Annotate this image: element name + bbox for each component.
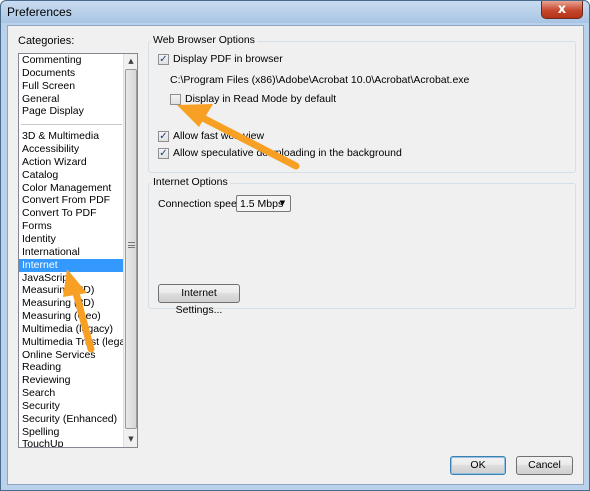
category-item[interactable]: Forms	[19, 220, 124, 233]
check-icon: ✓	[159, 54, 168, 65]
categories-items: Commenting Documents Full Screen General Pag…	[19, 54, 124, 447]
category-item[interactable]: Reviewing	[19, 374, 124, 387]
internet-options-title: Internet Options	[151, 176, 230, 188]
internet-settings-button[interactable]: Internet Settings...	[158, 284, 240, 316]
category-item[interactable]: Commenting	[19, 54, 124, 67]
speculative-download-label: Allow speculative downloading in the bac…	[173, 147, 402, 159]
category-item[interactable]: Page Display	[19, 105, 124, 118]
category-item[interactable]: Catalog	[19, 169, 124, 182]
connection-speed-label: Connection speed:	[158, 198, 246, 210]
dialog-client: Categories: Commenting Documents Full Scre…	[7, 25, 584, 485]
categories-label: Categories:	[18, 35, 75, 47]
category-item[interactable]: Internet	[19, 258, 124, 272]
check-icon: ✓	[159, 131, 168, 142]
category-item[interactable]: Measuring (2D)	[19, 284, 124, 297]
display-pdf-checkbox[interactable]: ✓	[158, 54, 169, 65]
category-item[interactable]: Accessibility	[19, 143, 124, 156]
web-browser-options-title: Web Browser Options	[151, 34, 257, 46]
category-item[interactable]: Online Services	[19, 349, 124, 362]
ok-button[interactable]: OK	[450, 456, 506, 475]
categories-scrollbar[interactable]: ▲ ▼	[123, 54, 137, 447]
category-item[interactable]: Color Management	[19, 182, 124, 195]
category-item[interactable]: Measuring (3D)	[19, 297, 124, 310]
category-separator	[21, 124, 122, 126]
category-item[interactable]: Spelling	[19, 426, 124, 439]
category-item[interactable]: Multimedia (legacy)	[19, 323, 124, 336]
category-item[interactable]: Security	[19, 400, 124, 413]
category-item[interactable]: 3D & Multimedia	[19, 130, 124, 143]
scroll-down-icon[interactable]: ▼	[125, 433, 137, 446]
category-item[interactable]: Convert To PDF	[19, 207, 124, 220]
category-item[interactable]: Measuring (Geo)	[19, 310, 124, 323]
speculative-download-checkbox[interactable]: ✓	[158, 148, 169, 159]
category-item[interactable]: Search	[19, 387, 124, 400]
category-item[interactable]: Identity	[19, 233, 124, 246]
acrobat-path: C:\Program Files (x86)\Adobe\Acrobat 10.…	[170, 74, 470, 86]
category-item[interactable]: JavaScript	[19, 272, 124, 285]
close-icon: x	[557, 2, 567, 17]
fast-web-view-checkbox[interactable]: ✓	[158, 131, 169, 142]
category-item[interactable]: TouchUp	[19, 438, 124, 447]
category-item[interactable]: Action Wizard	[19, 156, 124, 169]
read-mode-checkbox[interactable]	[170, 94, 181, 105]
category-item[interactable]: International	[19, 246, 124, 259]
check-icon: ✓	[159, 148, 168, 159]
fast-web-view-label: Allow fast web view	[173, 130, 265, 142]
window-title: Preferences	[7, 5, 72, 19]
display-pdf-label: Display PDF in browser	[173, 53, 283, 65]
title-bar[interactable]: Preferences x	[1, 1, 589, 23]
chevron-down-icon: ▼	[279, 199, 286, 207]
category-item[interactable]: General	[19, 93, 124, 106]
scroll-thumb[interactable]	[125, 69, 137, 429]
scroll-up-icon[interactable]: ▲	[125, 55, 137, 68]
scroll-grip-icon	[128, 242, 135, 248]
connection-speed-select[interactable]: 1.5 Mbps ▼	[236, 195, 291, 212]
category-item[interactable]: Security (Enhanced)	[19, 413, 124, 426]
category-item[interactable]: Convert From PDF	[19, 194, 124, 207]
categories-list[interactable]: Commenting Documents Full Screen General Pag…	[18, 53, 138, 448]
close-button[interactable]: x	[541, 1, 583, 19]
read-mode-label: Display in Read Mode by default	[185, 93, 337, 105]
preferences-window: Preferences x Categories: Commenting Docu…	[0, 0, 590, 491]
category-item[interactable]: Full Screen	[19, 80, 124, 93]
category-item[interactable]: Multimedia Trust (legacy)	[19, 336, 124, 349]
category-item[interactable]: Reading	[19, 361, 124, 374]
category-item[interactable]: Documents	[19, 67, 124, 80]
cancel-button[interactable]: Cancel	[516, 456, 573, 475]
